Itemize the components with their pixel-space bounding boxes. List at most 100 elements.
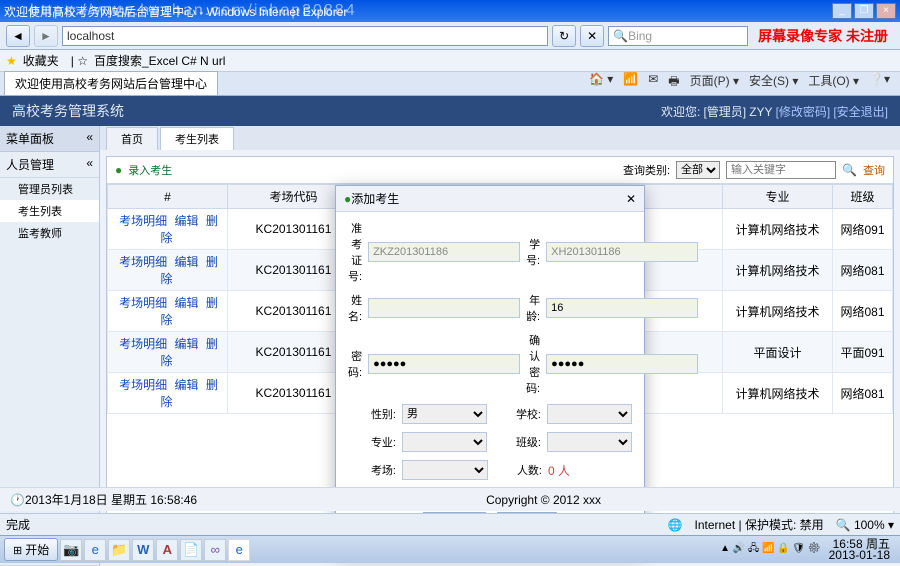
task-ie-running[interactable]: e	[228, 539, 250, 561]
footer-datetime: 2013年1月18日 星期五 16:58:46	[25, 491, 197, 508]
row-link-0[interactable]: 考场明细	[119, 296, 167, 310]
cell-major: 计算机网络技术	[723, 209, 833, 250]
favorites-bar: ★ 收藏夹 | ☆ 百度搜索_Excel C# N url	[0, 50, 900, 72]
favorites-label[interactable]: 收藏夹	[23, 52, 59, 69]
favorites-icon[interactable]: ★	[6, 54, 17, 68]
exam-id-field[interactable]	[368, 242, 520, 262]
class-select[interactable]	[547, 432, 632, 452]
confirm-password-field[interactable]	[546, 354, 698, 374]
sex-select[interactable]: 男	[402, 404, 487, 424]
system-tray[interactable]: ▲ 🔊 🖧 📶 🔒 🛡 ⚙	[720, 541, 820, 558]
task-word[interactable]: W	[132, 539, 154, 561]
row-link-1[interactable]: 编辑	[174, 337, 198, 351]
task-ie[interactable]: e	[84, 539, 106, 561]
zoom-control[interactable]: 🔍 100% ▾	[836, 518, 894, 532]
row-actions: 考场明细 编辑 删除	[108, 291, 228, 332]
taskbar-clock[interactable]: 16:58 周五 2013-01-18	[823, 539, 896, 561]
maximize-button[interactable]: ❐	[854, 3, 874, 19]
row-link-1[interactable]: 编辑	[174, 255, 198, 269]
safety-menu[interactable]: 安全(S) ▾	[749, 72, 798, 93]
mail-icon[interactable]: ✉	[648, 72, 658, 93]
student-no-field[interactable]	[546, 242, 698, 262]
cell-class: 网络091	[833, 209, 893, 250]
add-icon: ●	[344, 192, 351, 206]
bookmark-item[interactable]: 百度搜索_Excel C# N url	[94, 52, 225, 69]
age-field[interactable]	[546, 298, 698, 318]
row-actions: 考场明细 编辑 删除	[108, 209, 228, 250]
task-app-1[interactable]: 📷	[60, 539, 82, 561]
browser-tab-bar: 欢迎使用高校考务网站后台管理中心 🏠 ▾ 📶 ✉ 🖶 页面(P) ▾ 安全(S)…	[0, 72, 900, 96]
major-select[interactable]	[402, 432, 487, 452]
row-link-1[interactable]: 编辑	[174, 296, 198, 310]
dialog-title: 添加考生	[351, 190, 399, 207]
start-button[interactable]: ⊞ 开始	[4, 538, 58, 561]
browser-status-bar: 完成 🌐 Internet | 保护模式: 禁用 🔍 100% ▾	[0, 513, 900, 535]
row-actions: 考场明细 编辑 删除	[108, 373, 228, 414]
tools-menu[interactable]: 工具(O) ▾	[808, 72, 859, 93]
page-menu[interactable]: 页面(P) ▾	[690, 72, 739, 93]
sidebar-item-admin-list[interactable]: 管理员列表	[0, 178, 99, 200]
tab-student-list[interactable]: 考生列表	[160, 127, 234, 150]
add-student-button[interactable]: 录入考生	[128, 162, 172, 178]
logout-link[interactable]: [安全退出]	[833, 105, 888, 119]
search-input[interactable]	[726, 161, 836, 179]
search-engine-box[interactable]: 🔍 Bing	[608, 26, 748, 46]
watermark-url: https://www.huzhan.com/ishop30884	[30, 2, 357, 20]
change-password-link[interactable]: [修改密码]	[776, 105, 831, 119]
row-link-1[interactable]: 编辑	[174, 378, 198, 392]
search-icon: 🔍	[842, 163, 857, 177]
minimize-button[interactable]: _	[832, 3, 852, 19]
name-field[interactable]	[368, 298, 520, 318]
search-button[interactable]: 查询	[863, 162, 885, 178]
task-app-2[interactable]: 📄	[180, 539, 202, 561]
address-bar[interactable]: localhost	[62, 26, 548, 46]
row-link-1[interactable]: 编辑	[174, 214, 198, 228]
forward-button[interactable]: ►	[34, 25, 58, 47]
sidebar-item-student-list[interactable]: 考生列表	[0, 200, 99, 222]
app-footer: 🕐 2013年1月18日 星期五 16:58:46 Copyright © 20…	[0, 487, 900, 511]
row-link-0[interactable]: 考场明细	[119, 214, 167, 228]
refresh-button[interactable]: ↻	[552, 25, 576, 47]
recorder-watermark: 屏幕录像专家 未注册	[752, 26, 894, 46]
stop-button[interactable]: ✕	[580, 25, 604, 47]
password-field[interactable]	[368, 354, 520, 374]
internet-icon: 🌐	[668, 518, 683, 532]
search-category-label: 查询类别:	[623, 162, 670, 178]
clock-icon: 🕐	[10, 493, 25, 507]
help-menu[interactable]: ❔▾	[869, 72, 890, 93]
back-button[interactable]: ◄	[6, 25, 30, 47]
sidebar-header: 菜单面板 «	[0, 126, 99, 152]
col-class: 班级	[833, 185, 893, 209]
task-explorer[interactable]: 📁	[108, 539, 130, 561]
dialog-close-button[interactable]: ✕	[626, 192, 636, 206]
welcome-text: 欢迎您: [管理员] ZYY [修改密码] [安全退出]	[661, 103, 888, 120]
row-actions: 考场明细 编辑 删除	[108, 250, 228, 291]
cell-class: 平面091	[833, 332, 893, 373]
status-done: 完成	[6, 516, 30, 533]
taskbar: ⊞ 开始 📷 e 📁 W A 📄 ∞ e ▲ 🔊 🖧 📶 🔒 🛡 ⚙ 16:58…	[0, 535, 900, 563]
print-icon[interactable]: 🖶	[668, 72, 679, 93]
rss-icon[interactable]: 📶	[623, 72, 638, 93]
app-title: 高校考务管理系统	[12, 101, 124, 121]
row-link-0[interactable]: 考场明细	[119, 337, 167, 351]
school-select[interactable]	[547, 404, 632, 424]
cell-class: 网络081	[833, 250, 893, 291]
status-internet: Internet | 保护模式: 禁用	[695, 516, 824, 533]
window-titlebar: 欢迎使用高校考务网站后台管理中心 - Windows Internet Expl…	[0, 0, 900, 22]
home-menu[interactable]: 🏠 ▾	[589, 72, 613, 93]
search-category-select[interactable]: 全部	[676, 161, 720, 179]
app-header: 高校考务管理系统 欢迎您: [管理员] ZYY [修改密码] [安全退出]	[0, 96, 900, 126]
task-vs[interactable]: ∞	[204, 539, 226, 561]
collapse-sidebar-button[interactable]: «	[86, 130, 93, 147]
tab-home[interactable]: 首页	[106, 127, 158, 150]
row-link-0[interactable]: 考场明细	[119, 378, 167, 392]
task-access[interactable]: A	[156, 539, 178, 561]
exam-room-select[interactable]	[402, 460, 488, 480]
close-button[interactable]: ×	[876, 3, 896, 19]
browser-tools: 🏠 ▾ 📶 ✉ 🖶 页面(P) ▾ 安全(S) ▾ 工具(O) ▾ ❔▾	[583, 70, 896, 95]
sidebar-group-personnel[interactable]: 人员管理 «	[0, 152, 99, 178]
row-actions: 考场明细 编辑 删除	[108, 332, 228, 373]
browser-tab[interactable]: 欢迎使用高校考务网站后台管理中心	[4, 71, 218, 95]
sidebar-item-invigilator[interactable]: 监考教师	[0, 222, 99, 244]
row-link-0[interactable]: 考场明细	[119, 255, 167, 269]
